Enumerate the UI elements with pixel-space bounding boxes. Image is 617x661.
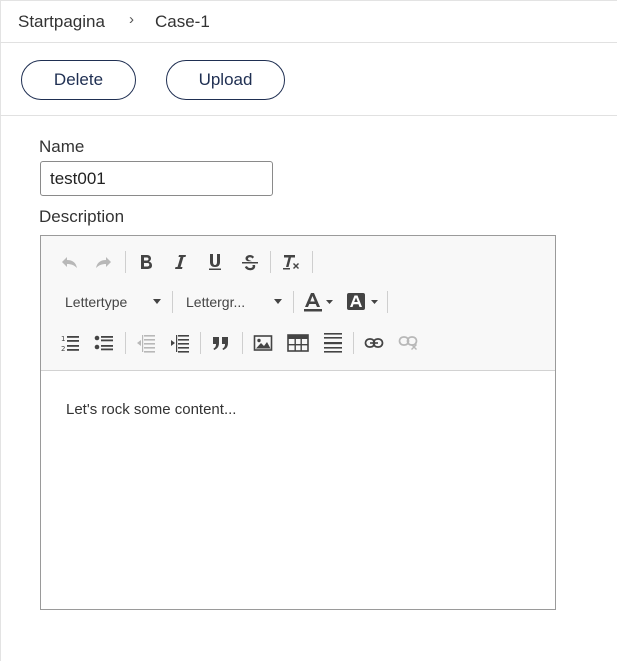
chevron-down-icon <box>153 299 161 304</box>
svg-text:1: 1 <box>61 335 65 343</box>
action-bar: Delete Upload <box>0 44 617 116</box>
outdent-icon[interactable] <box>132 329 160 357</box>
clear-format-icon[interactable] <box>277 248 305 276</box>
bullet-list-icon[interactable] <box>90 329 118 357</box>
redo-icon[interactable] <box>89 248 117 276</box>
strikethrough-icon[interactable] <box>236 248 264 276</box>
toolbar-divider <box>242 332 243 354</box>
svg-text:2: 2 <box>61 345 65 353</box>
font-size-label: Lettergr... <box>186 294 246 310</box>
underline-icon[interactable] <box>201 248 229 276</box>
indent-icon[interactable] <box>166 329 194 357</box>
toolbar-divider <box>387 291 388 313</box>
name-label: Name <box>39 137 85 156</box>
rich-text-editor: Lettertype Lettergr... 12 Let's rock som… <box>40 235 556 610</box>
undo-icon[interactable] <box>56 248 84 276</box>
toolbar-divider <box>125 332 126 354</box>
numbered-list-icon[interactable]: 12 <box>56 329 84 357</box>
toolbar-divider <box>293 291 294 313</box>
delete-button[interactable]: Delete <box>21 60 136 100</box>
font-family-dropdown[interactable]: Lettertype <box>65 289 161 315</box>
toolbar-divider <box>353 332 354 354</box>
toolbar-divider <box>270 251 271 273</box>
editor-content[interactable]: Let's rock some content... <box>66 401 236 418</box>
upload-button[interactable]: Upload <box>166 60 285 100</box>
breadcrumb-home-link[interactable]: Startpagina <box>18 12 105 32</box>
image-icon[interactable] <box>249 329 277 357</box>
bold-icon[interactable] <box>132 248 160 276</box>
blockquote-icon[interactable] <box>207 329 235 357</box>
editor-toolbar: Lettertype Lettergr... 12 <box>41 236 555 371</box>
horizontal-rule-icon[interactable] <box>319 329 347 357</box>
background-color-icon[interactable] <box>345 288 381 316</box>
font-size-dropdown[interactable]: Lettergr... <box>186 289 282 315</box>
table-icon[interactable] <box>284 329 312 357</box>
link-icon[interactable] <box>360 329 388 357</box>
breadcrumb-current: Case-1 <box>155 12 210 31</box>
breadcrumb: Startpagina › Case-1 <box>0 0 617 43</box>
font-family-label: Lettertype <box>65 294 128 310</box>
toolbar-divider <box>200 332 201 354</box>
text-color-icon[interactable] <box>302 288 336 316</box>
italic-icon[interactable] <box>166 248 194 276</box>
toolbar-divider <box>312 251 313 273</box>
toolbar-divider <box>172 291 173 313</box>
toolbar-divider <box>125 251 126 273</box>
breadcrumb-separator-icon: › <box>129 11 134 28</box>
description-label: Description <box>39 207 125 226</box>
name-input[interactable] <box>40 161 273 196</box>
chevron-down-icon <box>274 299 282 304</box>
unlink-icon[interactable] <box>395 329 423 357</box>
